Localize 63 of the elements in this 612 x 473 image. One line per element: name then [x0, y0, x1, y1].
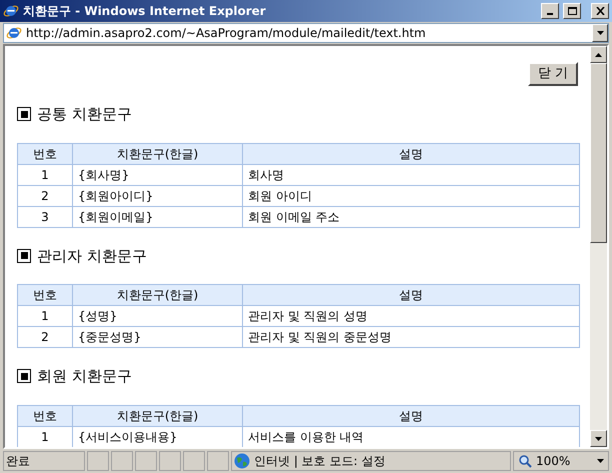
table-cell: 관리자 및 직원의 중문성명: [242, 326, 580, 348]
square-bullet-icon: [17, 369, 31, 384]
status-panel: [159, 451, 181, 471]
table-cell: 2: [18, 185, 72, 206]
status-panel: [135, 451, 157, 471]
close-button[interactable]: [591, 3, 609, 19]
table-cell: {중문성명}: [72, 326, 242, 348]
status-panel: [111, 451, 133, 471]
section-heading: 공통 치환문구: [37, 104, 132, 125]
scroll-down-button[interactable]: [590, 430, 607, 447]
page-icon: [6, 25, 22, 41]
dropdown-button[interactable]: [592, 24, 608, 42]
table-cell: 1: [18, 426, 72, 447]
security-zone[interactable]: 인터넷 | 보호 모드: 설정: [231, 451, 511, 471]
square-bullet-icon: [17, 248, 31, 263]
status-panel: [183, 451, 205, 471]
window-title: 치환문구 - Windows Internet Explorer: [23, 3, 266, 20]
column-header: 치환문구(한글): [72, 405, 242, 426]
table-cell: 3: [18, 206, 72, 227]
column-header: 치환문구(한글): [72, 284, 242, 306]
scroll-thumb[interactable]: [590, 63, 607, 243]
section-heading: 회원 치환문구: [37, 366, 132, 387]
up-arrow-icon: [595, 52, 602, 56]
square-bullet-icon: [17, 107, 31, 122]
column-header: 번호: [18, 284, 72, 306]
status-panel: [87, 451, 109, 471]
url-text: http://admin.asapro2.com/~AsaProgram/module/mailedit/text.htm: [26, 25, 427, 42]
column-header: 치환문구(한글): [72, 143, 242, 164]
table-cell: 회원 아이디: [242, 185, 580, 206]
table-cell: {회원이메일}: [72, 206, 242, 227]
table-cell: {회원아이디}: [72, 185, 242, 206]
table-cell: 회원 이메일 주소: [242, 206, 580, 227]
table-cell: 회사명: [242, 164, 580, 185]
globe-icon: [234, 453, 250, 469]
table-cell: 1: [18, 164, 72, 185]
table-cell: 2: [18, 326, 72, 348]
zoom-level: 100%: [536, 453, 570, 470]
table-cell: {성명}: [72, 306, 242, 326]
table-cell: 관리자 및 직원의 성명: [242, 306, 580, 326]
minimize-button[interactable]: [541, 3, 559, 19]
table-cell: 1: [18, 306, 72, 326]
address-field[interactable]: http://admin.asapro2.com/~AsaProgram/module/mailedit/text.htm: [3, 23, 609, 43]
maximize-button[interactable]: [563, 3, 581, 19]
status-panel: [207, 451, 229, 471]
caret-icon: [597, 459, 604, 463]
scrollbar[interactable]: [590, 46, 607, 447]
zoom-control[interactable]: 100%: [513, 451, 609, 471]
close-page-button[interactable]: 닫 기: [528, 62, 578, 86]
table-cell: {회사명}: [72, 164, 242, 185]
column-header: 설명: [242, 143, 580, 164]
column-header: 설명: [242, 405, 580, 426]
down-arrow-icon: [595, 436, 602, 440]
scroll-up-button[interactable]: [590, 46, 607, 63]
close-icon: [596, 7, 604, 15]
status-text: 완료: [3, 451, 85, 471]
column-header: 번호: [18, 405, 72, 426]
browser-icon: [3, 3, 19, 19]
magnifier-icon: [518, 454, 532, 468]
zone-text: 인터넷 | 보호 모드: 설정: [254, 453, 386, 470]
caret-icon: [596, 31, 604, 35]
column-header: 설명: [242, 284, 580, 306]
column-header: 번호: [18, 143, 72, 164]
section-heading: 관리자 치환문구: [37, 246, 147, 266]
